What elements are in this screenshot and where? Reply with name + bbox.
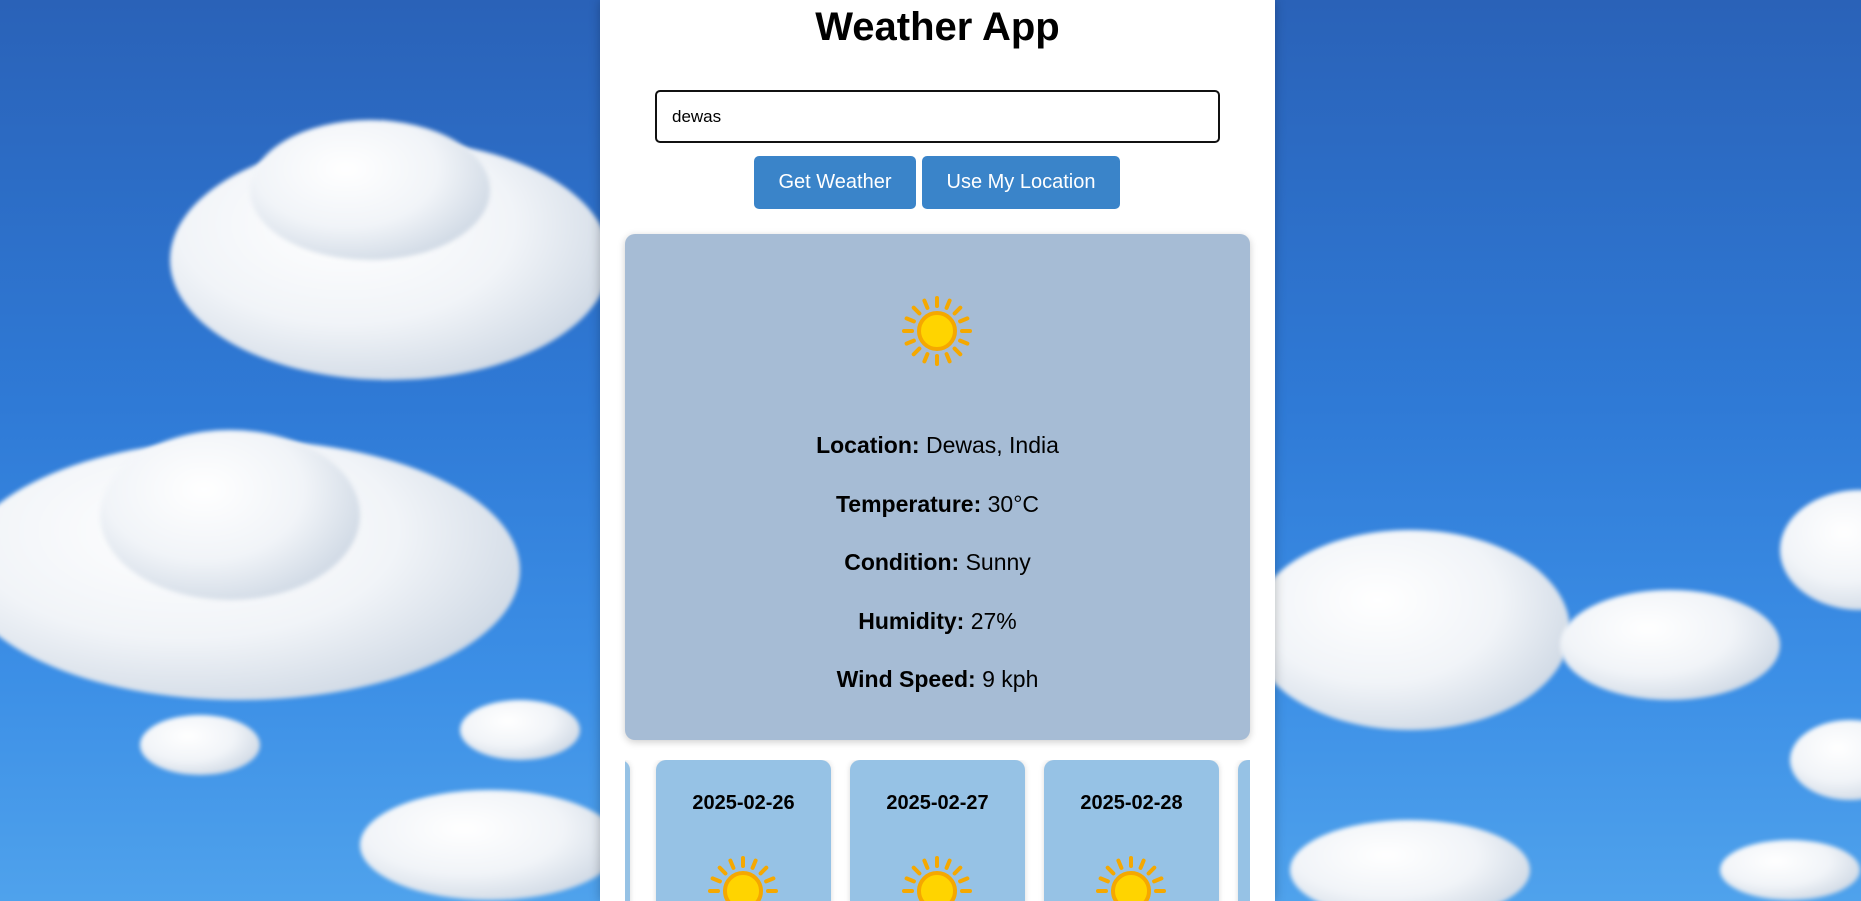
condition-value: Sunny	[965, 549, 1031, 575]
cloud	[1790, 720, 1861, 800]
location-value: Dewas, India	[925, 432, 1059, 458]
sun-icon	[902, 856, 972, 901]
sun-icon	[708, 856, 778, 901]
forecast-card-partial	[625, 760, 630, 901]
cloud	[460, 700, 580, 760]
condition-label: Condition:	[844, 549, 960, 575]
cloud	[1780, 490, 1861, 610]
cloud	[360, 790, 620, 900]
weather-app-container: Weather App Get Weather Use My Location	[600, 0, 1275, 901]
forecast-strip[interactable]: 2025-02-26 2025-02-27 2025-02-28	[625, 760, 1250, 901]
humidity-value: 27%	[970, 608, 1017, 634]
forecast-card: 2025-02-27	[850, 760, 1025, 901]
cloud	[100, 430, 360, 600]
sun-icon	[1096, 856, 1166, 901]
city-search-input[interactable]	[655, 90, 1220, 143]
forecast-card: 2025-02-28	[1044, 760, 1219, 901]
humidity-row: Humidity: 27%	[625, 608, 1250, 635]
cloud	[1720, 840, 1860, 900]
cloud	[140, 715, 260, 775]
cloud	[1250, 530, 1570, 730]
wind-speed-label: Wind Speed:	[836, 666, 976, 692]
forecast-card: 2025-02-26	[656, 760, 831, 901]
use-my-location-button[interactable]: Use My Location	[922, 156, 1120, 209]
sun-icon	[902, 296, 972, 366]
app-title: Weather App	[815, 5, 1060, 49]
temperature-row: Temperature: 30°C	[625, 491, 1250, 518]
temperature-label: Temperature:	[835, 491, 982, 517]
cloud	[250, 120, 490, 260]
forecast-date: 2025-02-26	[692, 792, 795, 814]
forecast-card-partial	[1238, 760, 1250, 901]
wind-speed-row: Wind Speed: 9 kph	[625, 666, 1250, 693]
location-row: Location: Dewas, India	[625, 432, 1250, 459]
humidity-label: Humidity:	[858, 608, 965, 634]
cloud	[1560, 590, 1780, 700]
forecast-date: 2025-02-27	[886, 792, 989, 814]
cloud	[1290, 820, 1530, 901]
wind-speed-value: 9 kph	[982, 666, 1039, 692]
location-label: Location:	[816, 432, 920, 458]
temperature-value: 30°C	[987, 491, 1040, 517]
forecast-date: 2025-02-28	[1080, 792, 1183, 814]
current-weather-card: Location: Dewas, India Temperature: 30°C…	[625, 234, 1250, 740]
condition-row: Condition: Sunny	[625, 549, 1250, 576]
get-weather-button[interactable]: Get Weather	[754, 156, 916, 209]
